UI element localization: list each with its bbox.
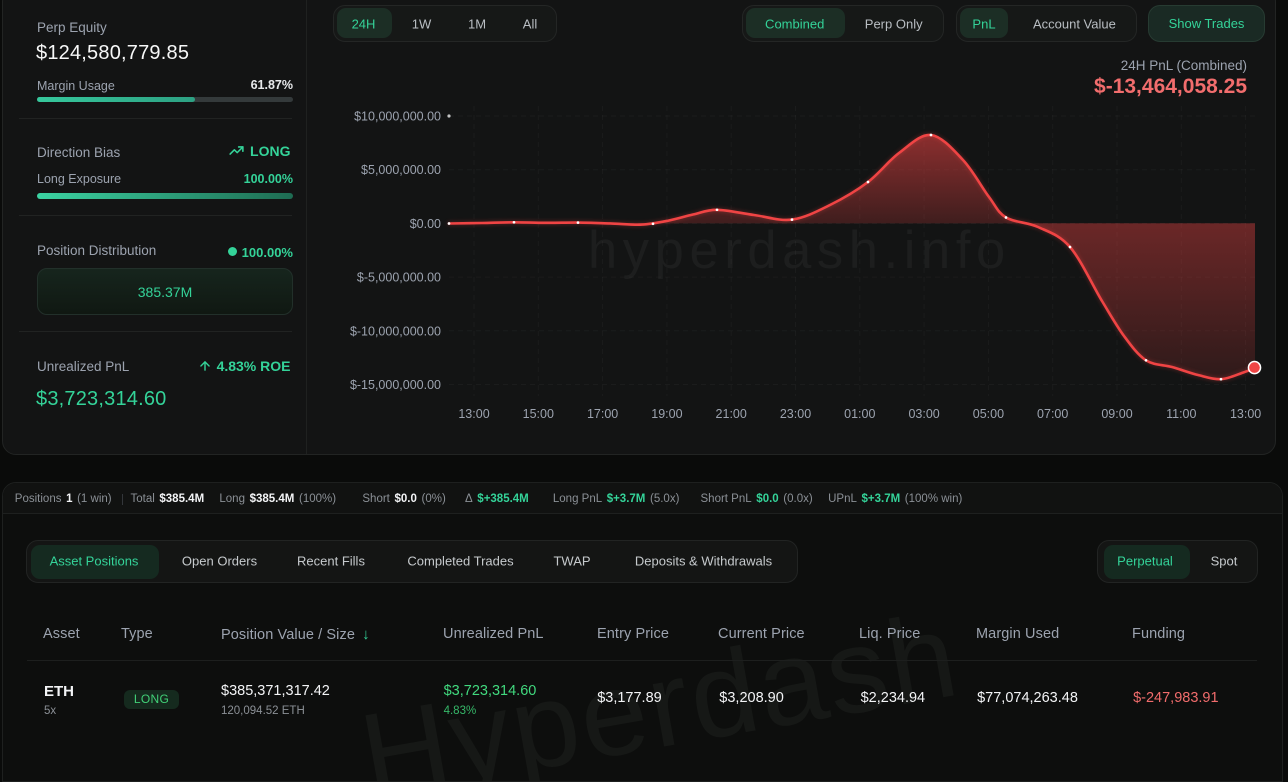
svg-text:$-5,000,000.00: $-5,000,000.00 [357, 271, 441, 285]
svg-text:07:00: 07:00 [1037, 407, 1068, 421]
svg-text:05:00: 05:00 [973, 407, 1004, 421]
svg-text:03:00: 03:00 [908, 407, 939, 421]
svg-text:09:00: 09:00 [1101, 407, 1132, 421]
svg-text:$5,000,000.00: $5,000,000.00 [361, 163, 441, 177]
svg-text:$-10,000,000.00: $-10,000,000.00 [350, 324, 441, 338]
svg-text:15:00: 15:00 [523, 407, 554, 421]
svg-text:21:00: 21:00 [716, 407, 747, 421]
svg-text:13:00: 13:00 [458, 407, 489, 421]
svg-text:11:00: 11:00 [1166, 407, 1196, 421]
svg-text:13:00: 13:00 [1230, 407, 1261, 421]
svg-text:$-15,000,000.00: $-15,000,000.00 [350, 378, 441, 392]
svg-text:23:00: 23:00 [780, 407, 811, 421]
svg-text:17:00: 17:00 [587, 407, 618, 421]
svg-text:19:00: 19:00 [651, 407, 682, 421]
svg-text:$0.00: $0.00 [410, 217, 441, 231]
svg-text:01:00: 01:00 [844, 407, 875, 421]
svg-text:$10,000,000.00: $10,000,000.00 [354, 110, 441, 124]
